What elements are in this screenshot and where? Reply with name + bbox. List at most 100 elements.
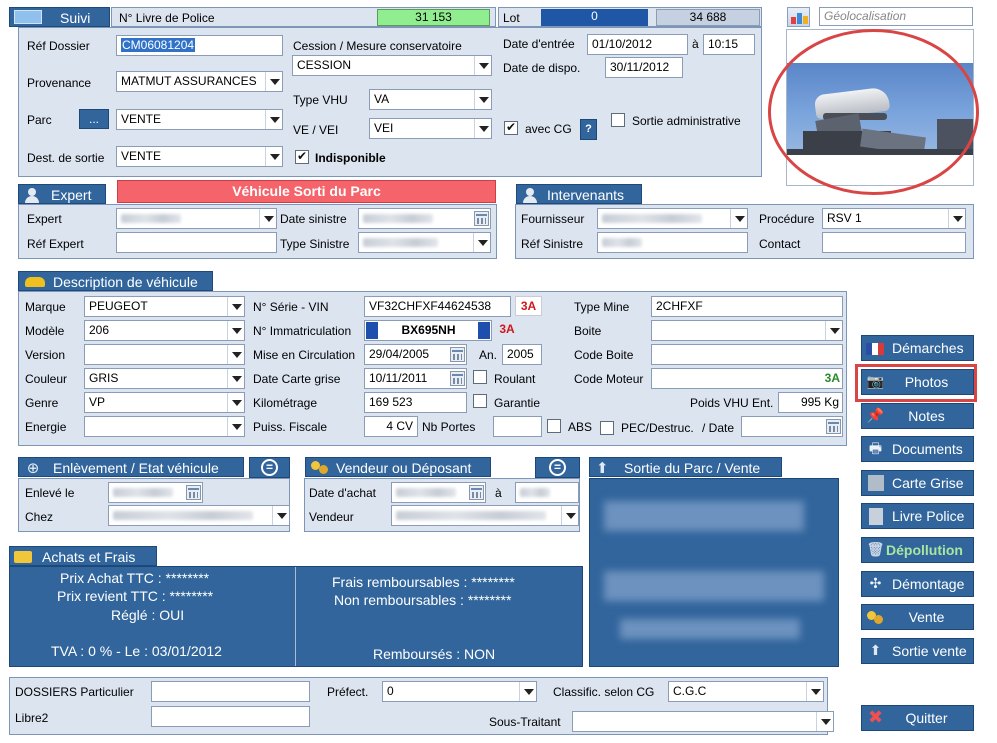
sortie-title: Sortie du Parc / Vente <box>624 460 761 476</box>
cession-value: CESSION <box>297 58 352 72</box>
type-sinistre-select[interactable] <box>358 232 491 253</box>
demontage-button[interactable]: ✣ Démontage <box>861 571 974 597</box>
immatriculation-plate[interactable]: BX695NH <box>364 320 492 341</box>
chevron-down-icon <box>730 209 747 228</box>
sortie-admin-checkbox[interactable] <box>611 113 625 127</box>
expert-select[interactable] <box>116 208 277 229</box>
date-entree-input[interactable]: 01/10/2012 <box>587 34 688 55</box>
parc-select[interactable]: VENTE <box>116 109 283 130</box>
calendar-icon[interactable] <box>474 211 489 226</box>
avec-cg-checkbox[interactable] <box>504 120 518 135</box>
pec-date-input[interactable] <box>741 416 843 437</box>
provenance-select[interactable]: MATMUT ASSURANCES <box>116 71 283 92</box>
date-dispo-input[interactable]: 30/11/2012 <box>605 57 683 78</box>
camera-icon: 📷 <box>866 374 885 390</box>
carte-grise-label: Carte Grise <box>892 475 964 491</box>
type-mine-input[interactable]: 2CHFXF <box>651 296 843 317</box>
puiss-input[interactable]: 4 CV <box>364 416 418 437</box>
ref-dossier-input[interactable]: CM06081204 <box>116 35 283 56</box>
pec-checkbox[interactable] <box>600 421 614 435</box>
code-boite-input[interactable] <box>651 344 843 365</box>
dossiers-label: DOSSIERS Particulier <box>15 685 134 699</box>
mise-circulation-input[interactable]: 29/04/2005 <box>364 344 467 365</box>
calendar-icon[interactable] <box>450 347 465 362</box>
achats-divider <box>295 567 296 666</box>
carte-grise-button[interactable]: Carte Grise <box>861 470 974 496</box>
marque-value: PEUGEOT <box>89 299 148 313</box>
vin-input[interactable]: VF32CHFXF44624538 <box>364 296 511 317</box>
boite-select[interactable] <box>651 320 843 341</box>
indisponible-checkbox[interactable] <box>295 149 309 164</box>
modele-select[interactable]: 206 <box>84 320 245 341</box>
heure-achat-input[interactable] <box>515 482 579 503</box>
date-achat-input[interactable] <box>391 482 486 503</box>
sortie-admin-label: Sortie administrative <box>632 114 741 128</box>
type-vhu-value: VA <box>374 92 390 106</box>
notes-button[interactable]: 📌 Notes <box>861 403 974 429</box>
fournisseur-select[interactable] <box>597 208 748 229</box>
libre2-input[interactable] <box>151 706 310 727</box>
calendar-icon[interactable] <box>469 485 484 500</box>
garantie-checkbox[interactable] <box>473 394 487 408</box>
portes-input[interactable] <box>493 416 542 437</box>
documents-label: Documents <box>892 441 963 457</box>
couleur-select[interactable]: GRIS <box>84 368 245 389</box>
prefect-select[interactable]: 0 <box>382 681 537 702</box>
km-input[interactable]: 169 523 <box>364 392 467 413</box>
dest-sortie-select[interactable]: VENTE <box>116 146 283 167</box>
calendar-icon[interactable] <box>826 419 841 434</box>
version-select[interactable] <box>84 344 245 365</box>
roulant-label: Roulant <box>494 372 536 386</box>
geolocalisation-input[interactable]: Géolocalisation <box>819 7 973 26</box>
parc-browse-button[interactable]: ... <box>79 109 109 129</box>
genre-select[interactable]: VP <box>84 392 245 413</box>
ref-expert-input[interactable] <box>116 232 277 253</box>
depollution-button[interactable]: 🗑 Dépollution <box>861 537 974 563</box>
code-moteur-input[interactable]: 3A <box>651 368 843 389</box>
cession-select[interactable]: CESSION <box>292 55 492 76</box>
demarches-label: Démarches <box>892 340 964 356</box>
heure-input[interactable]: 10:15 <box>703 34 755 55</box>
date-sinistre-input[interactable] <box>358 208 491 229</box>
vin-3a-badge[interactable]: 3A <box>515 296 542 316</box>
procedure-select[interactable]: RSV 1 <box>822 208 966 229</box>
demarches-button[interactable]: Démarches <box>861 335 974 361</box>
sortie-vente-button[interactable]: ⬆ Sortie vente <box>861 638 974 664</box>
contact-input[interactable] <box>822 232 966 253</box>
dest-sortie-value: VENTE <box>121 149 162 163</box>
help-button[interactable]: ? <box>580 119 597 140</box>
poids-input[interactable]: 995 Kg <box>778 392 843 413</box>
code-moteur-3a-badge[interactable]: 3A <box>825 369 840 388</box>
classif-select[interactable]: C.G.C <box>668 681 824 702</box>
type-sinistre-label: Type Sinistre <box>280 237 350 251</box>
vente-button[interactable]: Vente <box>861 604 974 630</box>
energie-select[interactable] <box>84 416 245 437</box>
immat-3a-badge[interactable]: 3A <box>495 320 519 341</box>
procedure-label: Procédure <box>759 212 815 226</box>
date-cg-input[interactable]: 10/11/2011 <box>364 368 467 389</box>
vendeur-menu-button[interactable]: = <box>535 457 580 478</box>
enleve-input[interactable] <box>108 482 203 503</box>
dossiers-input[interactable] <box>151 681 310 702</box>
chez-select[interactable] <box>108 505 290 526</box>
card-icon <box>868 475 884 491</box>
calendar-icon[interactable] <box>450 371 465 386</box>
type-mine-label: Type Mine <box>574 300 630 314</box>
sous-traitant-select[interactable] <box>572 711 834 732</box>
calendar-icon[interactable] <box>186 485 201 500</box>
type-vhu-select[interactable]: VA <box>369 89 492 110</box>
an-input[interactable]: 2005 <box>502 344 542 365</box>
region-flag-icon <box>478 322 490 339</box>
ve-vei-select[interactable]: VEI <box>369 118 492 139</box>
chevron-down-icon <box>816 712 833 731</box>
enlevement-menu-button[interactable]: = <box>249 457 290 478</box>
marque-select[interactable]: PEUGEOT <box>84 296 245 317</box>
photos-button[interactable]: 📷 Photos <box>861 369 974 395</box>
abs-checkbox[interactable] <box>547 419 561 433</box>
vendeur-select[interactable] <box>391 505 579 526</box>
quitter-button[interactable]: ✖ Quitter <box>861 705 974 731</box>
roulant-checkbox[interactable] <box>473 370 487 384</box>
documents-button[interactable]: 🖶 Documents <box>861 436 974 462</box>
ref-sinistre-input[interactable] <box>597 232 748 253</box>
livre-police-button[interactable]: Livre Police <box>861 503 974 529</box>
